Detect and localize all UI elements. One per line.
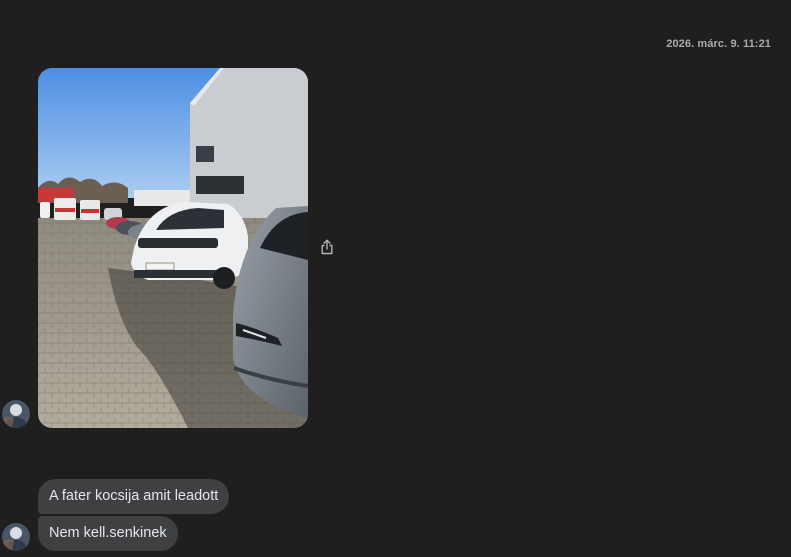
share-icon: [321, 239, 333, 255]
message-timestamp: 2026. márc. 9. 11:21: [666, 38, 771, 50]
photo-message[interactable]: [38, 68, 308, 428]
avatar-image: [2, 400, 30, 428]
message-bubble[interactable]: A fater kocsija amit leadott: [38, 479, 230, 514]
sender-avatar[interactable]: [2, 400, 30, 428]
share-button[interactable]: [317, 237, 337, 257]
message-bubble[interactable]: Nem kell.senkinek: [38, 516, 178, 551]
sender-avatar[interactable]: [2, 523, 30, 551]
avatar-image: [2, 523, 30, 551]
photo-image: [38, 68, 308, 428]
